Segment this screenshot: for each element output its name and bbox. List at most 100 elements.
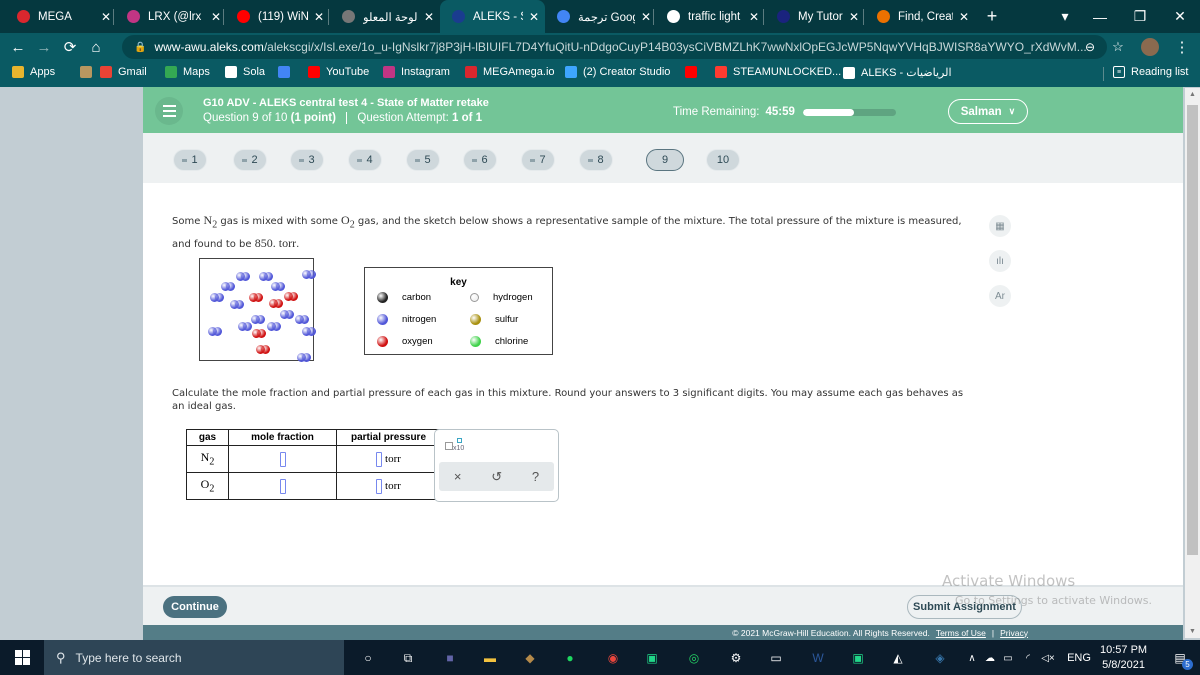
teams-icon[interactable]: ■ [440, 648, 460, 668]
close-tab-icon[interactable]: ✕ [314, 10, 324, 24]
scroll-up-icon[interactable]: ▲ [1185, 91, 1200, 98]
photos-icon[interactable]: ◭ [888, 648, 908, 668]
browser-tab[interactable]: traffic light ✕ [655, 0, 765, 33]
bookmark-item[interactable] [685, 66, 703, 78]
volume-muted-icon[interactable]: ◁× [1038, 648, 1058, 668]
calculator-icon[interactable]: ▦ [989, 215, 1011, 237]
close-tab-icon[interactable]: ✕ [641, 10, 651, 24]
question-nav-4[interactable]: 4 [348, 149, 382, 171]
notifications-icon[interactable]: ▤ 5 [1170, 648, 1193, 670]
page-scrollbar[interactable]: ▲ ▼ [1185, 88, 1200, 638]
back-button[interactable]: ← [8, 37, 28, 57]
hamburger-menu-icon[interactable] [155, 97, 183, 125]
browser-tab[interactable]: ALEKS - Sa ✕ [440, 0, 545, 33]
close-tab-icon[interactable]: ✕ [959, 10, 969, 24]
close-window-icon[interactable]: ✕ [1160, 0, 1200, 33]
question-nav-8[interactable]: 8 [579, 149, 613, 171]
forward-button[interactable]: → [34, 37, 54, 57]
reading-list-button[interactable]: ≡ Reading list [1113, 66, 1188, 78]
menu-kebab-icon[interactable]: ⋮ [1172, 37, 1192, 57]
help-icon[interactable]: ? [532, 469, 539, 484]
question-nav-2[interactable]: 2 [233, 149, 267, 171]
data-chart-icon[interactable]: ılı [989, 250, 1011, 272]
bookmark-item[interactable]: Sola [225, 66, 265, 78]
reload-button[interactable]: ⟳ [60, 37, 80, 57]
settings-gear-icon[interactable]: ⚙ [726, 648, 746, 668]
chrome-icon[interactable]: ◉ [603, 648, 623, 668]
bookmark-star-icon[interactable]: ☆ [1108, 37, 1128, 57]
terms-link[interactable]: Terms of Use [936, 628, 986, 638]
bookmark-item[interactable]: Instagram [383, 66, 450, 78]
restore-icon[interactable]: ❐ [1120, 0, 1160, 33]
bookmark-item[interactable]: Apps [12, 66, 55, 78]
bookmark-item[interactable]: YouTube [308, 66, 369, 78]
browser-tab[interactable]: لوحة المعلو ✕ [330, 0, 440, 33]
o2-partial-pressure-input[interactable] [376, 478, 383, 494]
bookmark-item[interactable]: Maps [165, 66, 210, 78]
privacy-link[interactable]: Privacy [1000, 628, 1028, 638]
profile-avatar[interactable] [1140, 37, 1160, 57]
continue-button[interactable]: Continue [163, 596, 227, 618]
language-indicator[interactable]: ENG [1064, 648, 1094, 668]
taskbar-search[interactable]: ⚲ Type here to search [44, 640, 344, 675]
video-editor-icon[interactable]: ▭ [766, 648, 786, 668]
whatsapp-icon[interactable]: ◎ [684, 648, 704, 668]
periodic-table-icon[interactable]: Ar [989, 285, 1011, 307]
scroll-thumb[interactable] [1187, 105, 1198, 555]
bookmark-item[interactable]: (2) Creator Studio [565, 66, 670, 78]
file-explorer-icon[interactable]: ▬ [480, 648, 500, 668]
address-bar[interactable]: 🔒 www-awu.aleks.com /alekscgi/x/Isl.exe/… [122, 35, 1107, 59]
close-tab-icon[interactable]: ✕ [849, 10, 859, 24]
close-tab-icon[interactable]: ✕ [101, 10, 111, 24]
question-nav-10[interactable]: 10 [706, 149, 740, 171]
undo-icon[interactable]: ↺ [491, 469, 502, 485]
scroll-down-icon[interactable]: ▼ [1185, 628, 1200, 635]
minimize-icon[interactable]: — [1080, 0, 1120, 33]
close-tab-icon[interactable]: ✕ [749, 10, 759, 24]
tray-expand-icon[interactable]: ∧ [962, 648, 982, 668]
question-nav-5[interactable]: 5 [406, 149, 440, 171]
spotify-icon[interactable]: ● [560, 648, 580, 668]
task-view-icon[interactable]: ⧉ [398, 648, 418, 668]
n2-mole-fraction-input[interactable] [279, 451, 286, 467]
system-clock[interactable]: 10:57 PM 5/8/2021 [1100, 643, 1147, 673]
new-tab-button[interactable]: + [972, 0, 1012, 33]
battery-icon[interactable]: ▭ [998, 648, 1018, 668]
question-nav-3[interactable]: 3 [290, 149, 324, 171]
question-nav-9[interactable]: 9 [646, 149, 684, 171]
bookmark-item[interactable]: MEGAmega.io [465, 66, 555, 78]
scientific-notation-button[interactable]: x10 [445, 438, 464, 452]
close-tab-icon[interactable]: ✕ [529, 10, 539, 24]
pycharm-2-icon[interactable]: ▣ [848, 648, 868, 668]
tab-search-icon[interactable]: ▾ [1045, 0, 1085, 33]
n2-partial-pressure-input[interactable] [376, 451, 383, 467]
question-nav-1[interactable]: 1 [173, 149, 207, 171]
bookmark-item[interactable]: STEAMUNLOCKED... [715, 66, 841, 78]
word-icon[interactable]: W [808, 648, 828, 668]
wifi-icon[interactable]: ◜ [1018, 648, 1038, 668]
home-button[interactable]: ⌂ [86, 37, 106, 57]
o2-mole-fraction-input[interactable] [279, 478, 286, 494]
question-nav-6[interactable]: 6 [463, 149, 497, 171]
python-icon[interactable]: ◈ [930, 648, 950, 668]
bookmark-item[interactable] [80, 66, 98, 78]
minecraft-icon[interactable]: ◆ [520, 648, 540, 668]
close-tab-icon[interactable]: ✕ [211, 10, 221, 24]
browser-tab[interactable]: (119) WiNC ✕ [225, 0, 330, 33]
browser-tab[interactable]: LRX (@lrx ✕ [115, 0, 227, 33]
browser-tab[interactable]: ترجمة Google ✕ [545, 0, 657, 33]
browser-tab[interactable]: Find, Creat ✕ [865, 0, 975, 33]
close-tab-icon[interactable]: ✕ [424, 10, 434, 24]
bookmark-item[interactable]: ALEKS - الرياضيات [843, 66, 952, 79]
clear-icon[interactable]: × [454, 469, 462, 484]
bookmark-item[interactable] [278, 66, 296, 78]
onedrive-icon[interactable]: ☁ [980, 648, 1000, 668]
cortana-icon[interactable]: ○ [358, 648, 378, 668]
zoom-icon[interactable]: ⊖ [1080, 37, 1100, 57]
browser-tab[interactable]: My Tutorin ✕ [765, 0, 865, 33]
user-menu-button[interactable]: Salman ∨ [948, 99, 1028, 124]
bookmark-item[interactable]: Gmail [100, 66, 147, 78]
windows-start-icon[interactable] [0, 640, 44, 675]
pycharm-icon[interactable]: ▣ [642, 648, 662, 668]
browser-tab[interactable]: MEGA ✕ [5, 0, 117, 33]
